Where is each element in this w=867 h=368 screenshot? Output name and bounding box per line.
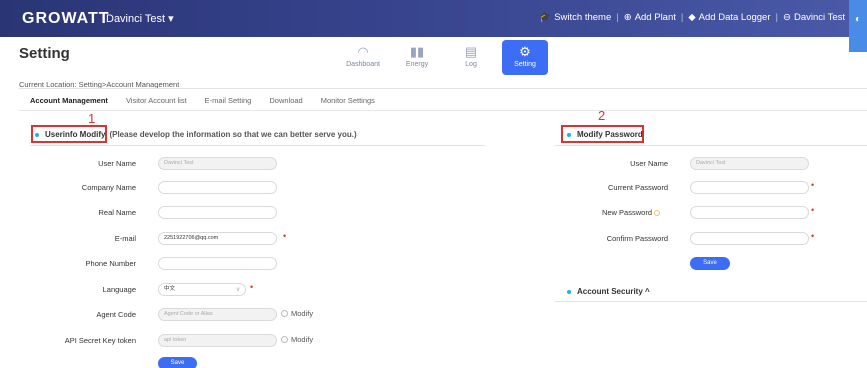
agent-code-modify-link[interactable]: Modify [281,309,313,318]
gear-icon: ⚙ [519,44,531,59]
chevron-down-icon: ∨ [236,287,241,293]
bullet-icon [567,289,571,294]
divider: | [616,12,619,23]
module-tabs: ◠ Dashboant ▮▮ Energy ▤ Log ⚙ Setting [340,40,548,75]
divider [19,110,867,111]
email-field[interactable]: 2251922706@qq.com [158,232,277,245]
phone-number-field[interactable] [158,257,277,270]
plus-circle-icon: ⊕ [623,12,632,23]
divider: | [775,12,778,23]
account-security-toggle[interactable]: Account Security ^ [567,287,650,296]
user-icon: ⊖ [782,12,791,23]
user-name-field[interactable]: Davinci Test [158,157,277,170]
language-select[interactable]: 中文 [158,283,246,296]
settings-subtabs: Account Management Visitor Account list … [30,96,393,105]
add-data-logger-link[interactable]: ◆ Add Data Logger [688,12,770,23]
info-icon [654,210,660,217]
required-asterisk: • [250,282,254,292]
bar-chart-icon: ▮▮ [409,44,425,59]
tab-energy[interactable]: ▮▮ Energy [394,40,440,75]
agent-code-label: Agent Code [96,310,136,319]
annotation-number-1: 1 [88,111,96,126]
pw-user-name-label: User Name [630,159,668,168]
divider [555,145,867,146]
subtab-account-management[interactable]: Account Management [30,96,108,105]
divider [30,145,485,146]
password-section-header: Modify Password [567,130,643,139]
edit-circle-icon [281,336,288,343]
new-password-label: New Password [540,208,660,217]
api-token-modify-link[interactable]: Modify [281,335,313,344]
divider: | [680,12,684,23]
userinfo-save-button[interactable]: Save [158,357,197,368]
api-token-label: API Secret Key token [64,336,136,345]
subtab-email-setting[interactable]: E-mail Setting [205,96,252,105]
side-float-button[interactable]: ◐ [849,0,867,52]
api-token-field[interactable]: api token [158,334,277,347]
confirm-password-field[interactable] [690,232,809,245]
divider [555,301,867,302]
divider [19,88,867,89]
gauge-icon: ◠ [357,44,369,59]
graduation-cap-icon: 🎓 [539,12,552,23]
add-plant-link[interactable]: ⊕ Add Plant [624,12,676,23]
new-password-field[interactable] [690,206,809,219]
userinfo-note: (Please develop the information so that … [109,130,357,139]
user-name-label: User Name [98,159,136,168]
agent-code-field[interactable]: Agent Code or Alias [158,308,277,321]
real-name-label: Real Name [98,208,136,217]
tab-setting[interactable]: ⚙ Setting [502,40,548,75]
top-links: 🎓 Switch theme | ⊕ Add Plant | ◆ Add Data L… [539,12,845,23]
current-password-field[interactable] [690,181,809,194]
confirm-password-label: Confirm Password [606,234,668,243]
language-label: Language [102,285,136,294]
page-title: Setting [19,45,70,62]
tab-log[interactable]: ▤ Log [448,40,494,75]
bullet-icon [35,132,39,137]
account-security-title: Account Security ^ [577,287,650,296]
userinfo-title: Userinfo Modify [45,130,106,139]
required-asterisk: • [811,231,815,241]
required-asterisk: • [811,205,815,215]
edit-circle-icon [281,310,288,317]
account-switch-dropdown[interactable]: Davinci Test ▾ [106,12,174,25]
phone-number-label: Phone Number [85,259,136,268]
subtab-monitor-settings[interactable]: Monitor Settings [321,96,375,105]
tab-dashboard[interactable]: ◠ Dashboant [340,40,386,75]
document-icon: ▤ [464,44,478,59]
top-navigation-bar: GROWATT Davinci Test ▾ 🎓 Switch theme | ⊕… [0,0,867,37]
current-password-label: Current Password [607,183,668,192]
real-name-field[interactable] [158,206,277,219]
password-title: Modify Password [577,130,643,139]
growatt-logo[interactable]: GROWATT [22,10,110,28]
annotation-number-2: 2 [598,108,606,123]
pw-user-name-field[interactable]: Davinci Test [690,157,809,170]
subtab-visitor-account-list[interactable]: Visitor Account list [126,96,187,105]
bullet-icon [567,132,571,137]
switch-theme-link[interactable]: 🎓 Switch theme [539,12,611,23]
diamond-icon: ◆ [688,12,696,23]
password-save-button[interactable]: Save [690,257,730,270]
company-name-label: Company Name [81,183,136,192]
subtab-download[interactable]: Download [269,96,302,105]
required-asterisk: • [811,180,815,190]
user-menu-link[interactable]: ⊖ Davinci Test [783,12,845,23]
required-asterisk: • [283,231,287,241]
email-label: E-mail [114,234,136,243]
userinfo-section-header: Userinfo Modify (Please develop the info… [35,130,357,139]
company-name-field[interactable] [158,181,277,194]
